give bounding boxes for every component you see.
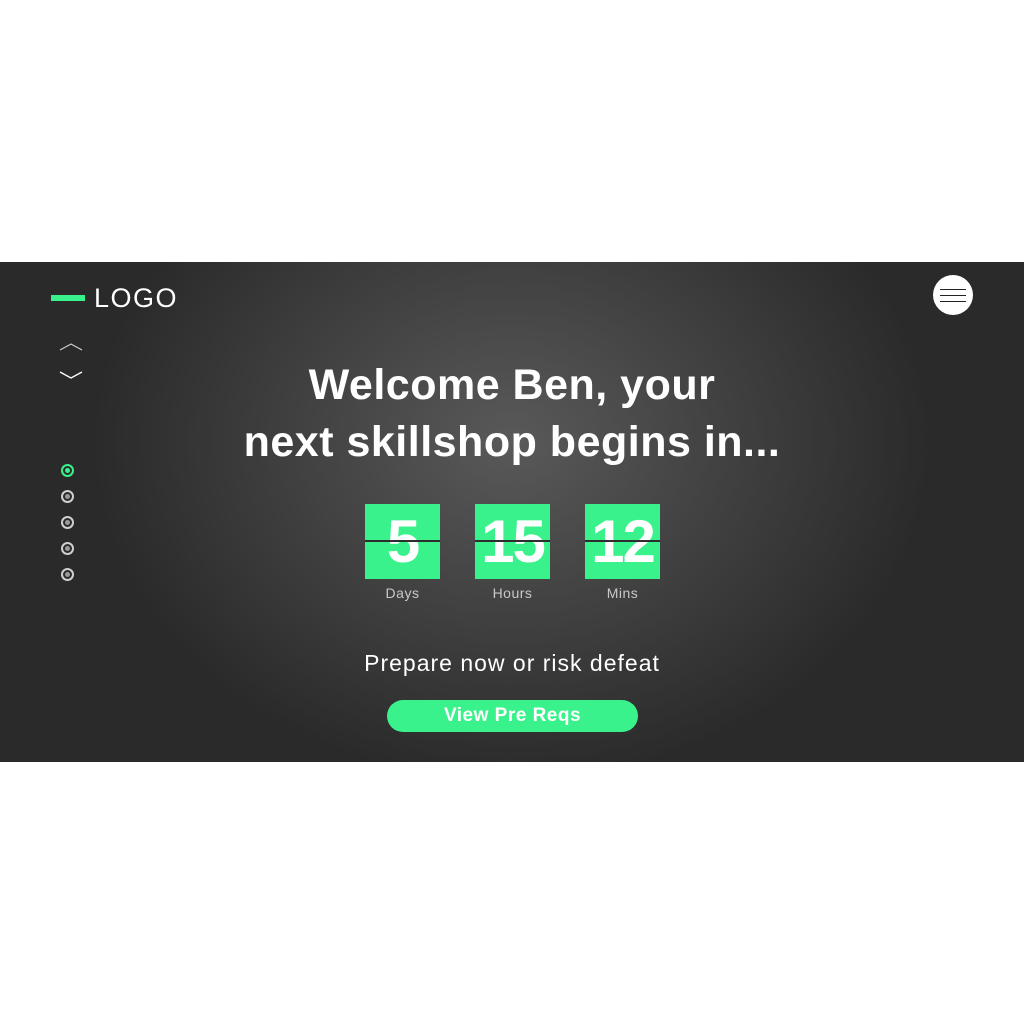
section-dot-5[interactable] — [61, 568, 74, 581]
hamburger-menu-icon[interactable] — [933, 275, 973, 315]
hours-label: Hours — [492, 585, 533, 601]
hero-section: LOGO Welcome Ben, your next skillshop be… — [0, 262, 1024, 762]
days-label: Days — [385, 585, 420, 601]
menu-line — [940, 288, 966, 290]
headline-line-2: next skillshop begins in... — [243, 418, 781, 466]
logo[interactable]: LOGO — [51, 282, 178, 314]
countdown: 5 Days 15 Hours 12 Mins — [365, 504, 660, 601]
logo-bar — [51, 295, 85, 301]
page-title: Welcome Ben, your next skillshop begins … — [0, 357, 1024, 471]
section-dot-2[interactable] — [61, 490, 74, 503]
chevron-up-icon[interactable] — [58, 340, 84, 354]
mins-value: 12 — [585, 504, 660, 579]
countdown-days: 5 Days — [365, 504, 440, 601]
logo-text: LOGO — [94, 282, 179, 313]
section-dot-3[interactable] — [61, 516, 74, 529]
headline-line-1: Welcome Ben, your — [308, 361, 716, 409]
view-prereqs-button[interactable]: View Pre Reqs — [387, 700, 638, 732]
menu-line — [940, 300, 966, 302]
section-dot-4[interactable] — [61, 542, 74, 555]
mins-label: Mins — [606, 585, 639, 601]
hours-value: 15 — [475, 504, 550, 579]
countdown-hours: 15 Hours — [475, 504, 550, 601]
section-dots — [61, 464, 74, 594]
menu-line — [940, 294, 966, 296]
tagline: Prepare now or risk defeat — [364, 650, 660, 676]
countdown-mins: 12 Mins — [585, 504, 660, 601]
days-value: 5 — [365, 504, 440, 579]
